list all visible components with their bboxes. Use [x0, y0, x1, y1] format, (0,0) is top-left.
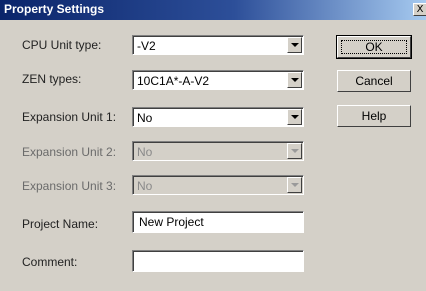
chevron-down-icon — [287, 177, 302, 193]
focus-rectangle — [341, 40, 407, 54]
expansion-unit-1-value: No — [137, 111, 153, 125]
expansion-unit-2-select: No — [132, 141, 304, 161]
expansion-unit-3-select: No — [132, 175, 304, 195]
expansion-unit-2-label: Expansion Unit 2: — [22, 145, 117, 159]
help-button[interactable]: Help — [337, 105, 411, 127]
cpu-unit-type-select[interactable]: -V2 — [132, 35, 304, 55]
cancel-button[interactable]: Cancel — [337, 70, 411, 92]
comment-field[interactable] — [132, 250, 304, 272]
window-title: Property Settings — [4, 2, 105, 16]
ok-button[interactable]: OK — [336, 35, 412, 59]
cpu-unit-type-label: CPU Unit type: — [22, 38, 102, 52]
help-button-label: Help — [361, 109, 387, 123]
expansion-unit-1-label: Expansion Unit 1: — [22, 110, 117, 124]
chevron-down-icon[interactable] — [287, 72, 302, 88]
zen-types-label: ZEN types: — [22, 72, 82, 86]
close-button[interactable]: X — [413, 3, 426, 16]
expansion-unit-3-value: No — [137, 179, 153, 193]
comment-label: Comment: — [22, 255, 78, 269]
project-name-field[interactable]: New Project — [132, 211, 304, 233]
project-name-label: Project Name: — [22, 217, 99, 231]
chevron-down-icon — [287, 143, 302, 159]
chevron-down-icon[interactable] — [287, 37, 302, 53]
expansion-unit-2-value: No — [137, 145, 153, 159]
close-icon: X — [416, 4, 424, 15]
expansion-unit-3-label: Expansion Unit 3: — [22, 179, 117, 193]
cpu-unit-type-value: -V2 — [137, 39, 156, 53]
chevron-down-icon[interactable] — [287, 109, 302, 125]
zen-types-select[interactable]: 10C1A*-A-V2 — [132, 70, 304, 90]
title-bar[interactable]: Property Settings X — [0, 0, 426, 20]
zen-types-value: 10C1A*-A-V2 — [137, 74, 210, 88]
property-settings-dialog: Property Settings X CPU Unit type: -V2 Z… — [0, 0, 426, 291]
expansion-unit-1-select[interactable]: No — [132, 107, 304, 127]
cancel-button-label: Cancel — [355, 74, 393, 88]
